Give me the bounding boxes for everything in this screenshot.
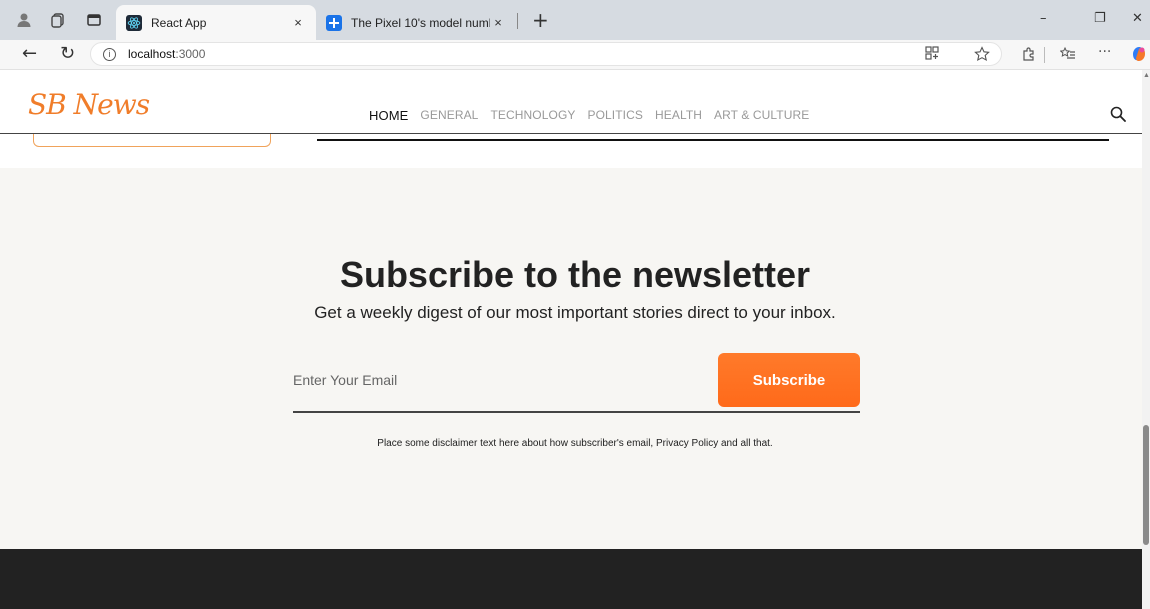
close-tab-icon[interactable]: × xyxy=(490,15,506,30)
address-bar[interactable]: i localhost:3000 xyxy=(90,42,1002,66)
newsletter-disclaimer: Place some disclaimer text here about ho… xyxy=(377,438,773,449)
email-input[interactable] xyxy=(293,365,693,395)
tab-react-app[interactable]: React App × xyxy=(116,5,316,40)
toolbar-divider xyxy=(1044,47,1045,63)
newsletter-section: Subscribe to the newsletter Get a weekly… xyxy=(0,168,1142,549)
news-plus-icon xyxy=(326,14,342,31)
main-nav: HOME GENERAL TECHNOLOGY POLITICS HEALTH … xyxy=(369,108,821,123)
new-tab-button[interactable]: + xyxy=(532,8,549,32)
app-available-icon[interactable] xyxy=(925,46,939,64)
address-toolbar: ← ↻ i localhost:3000 ··· xyxy=(0,40,1150,70)
reload-button[interactable]: ↻ xyxy=(60,43,75,64)
tab-pixel-article[interactable]: The Pixel 10's model number mig × xyxy=(316,5,516,40)
site-logo[interactable]: SB News xyxy=(28,88,150,121)
subscribe-button[interactable]: Subscribe xyxy=(718,353,860,407)
sidebar-card-edge xyxy=(33,134,271,147)
tab-divider xyxy=(517,13,518,29)
nav-item-health[interactable]: HEALTH xyxy=(655,108,702,123)
scrollbar-thumb[interactable] xyxy=(1143,425,1149,545)
back-button[interactable]: ← xyxy=(22,43,37,64)
favorites-icon[interactable] xyxy=(1059,46,1076,66)
close-tab-icon[interactable]: × xyxy=(290,15,306,30)
profile-icon[interactable] xyxy=(14,10,34,30)
newsletter-subtitle: Get a weekly digest of our most importan… xyxy=(314,303,836,322)
page-viewport: SB News HOME GENERAL TECHNOLOGY POLITICS… xyxy=(0,70,1142,609)
tab-actions-icon[interactable] xyxy=(84,10,104,30)
newsletter-title: Subscribe to the newsletter xyxy=(339,254,811,295)
minimize-button[interactable]: – xyxy=(1040,11,1047,26)
workspaces-icon[interactable] xyxy=(48,10,68,30)
content-divider xyxy=(317,139,1109,141)
nav-item-art-culture[interactable]: ART & CULTURE xyxy=(714,108,809,123)
extensions-icon[interactable] xyxy=(1021,46,1037,66)
more-menu-button[interactable]: ··· xyxy=(1098,44,1111,60)
nav-item-general[interactable]: GENERAL xyxy=(420,108,478,123)
close-window-button[interactable]: ✕ xyxy=(1132,11,1143,26)
nav-item-home[interactable]: HOME xyxy=(369,108,408,123)
restore-button[interactable]: ❐ xyxy=(1094,11,1106,26)
url-port: :3000 xyxy=(175,47,206,61)
browser-tabbar: React App × The Pixel 10's model number … xyxy=(0,0,1150,40)
tab-title: React App xyxy=(151,15,207,30)
tab-title: The Pixel 10's model number mig xyxy=(351,15,490,30)
scroll-up-arrow-icon[interactable]: ▲ xyxy=(1143,72,1150,79)
react-icon xyxy=(126,14,142,31)
site-footer xyxy=(0,549,1142,609)
page-scrollbar[interactable]: ▲ xyxy=(1142,70,1150,609)
site-header: SB News HOME GENERAL TECHNOLOGY POLITICS… xyxy=(0,70,1142,134)
nav-item-technology[interactable]: TECHNOLOGY xyxy=(490,108,575,123)
site-info-icon[interactable]: i xyxy=(103,47,116,61)
subscribe-form: Subscribe xyxy=(293,353,860,413)
search-icon[interactable] xyxy=(1110,106,1126,122)
favorite-star-icon[interactable] xyxy=(974,46,990,66)
nav-item-politics[interactable]: POLITICS xyxy=(587,108,642,123)
copilot-icon[interactable] xyxy=(1130,45,1148,67)
url-host: localhost xyxy=(128,47,176,61)
